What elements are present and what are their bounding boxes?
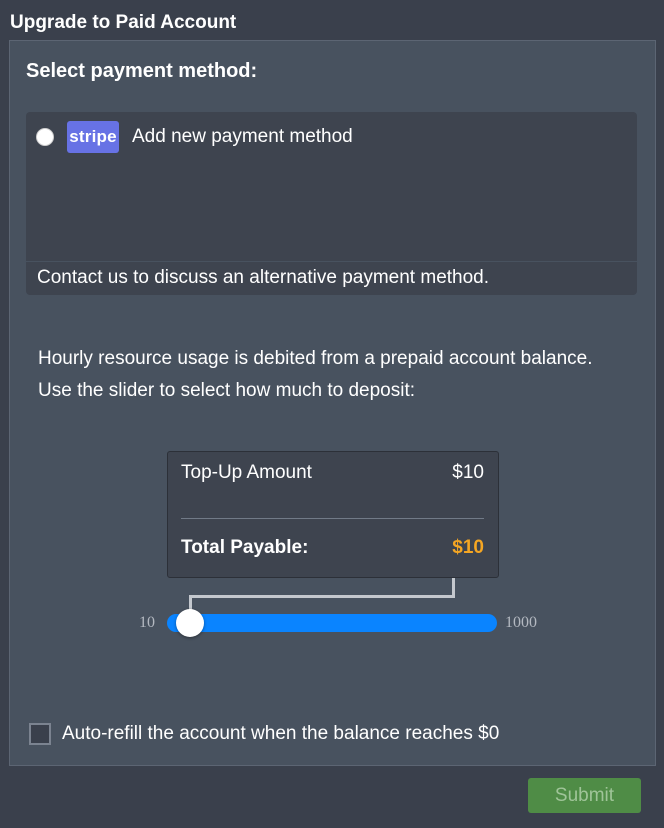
total-payable-label: Total Payable: — [181, 537, 309, 558]
divider — [26, 261, 637, 262]
tooltip-connector — [189, 578, 455, 598]
autorefill-label[interactable]: Auto-refill the account when the balance… — [62, 723, 499, 745]
topup-value: $10 — [452, 462, 484, 483]
payment-methods-box: stripe Add new payment method Contact us… — [26, 112, 637, 295]
add-payment-method-label[interactable]: Add new payment method — [132, 126, 353, 148]
total-payable-value: $10 — [452, 537, 484, 558]
upgrade-panel: Select payment method: stripe Add new pa… — [9, 40, 656, 766]
submit-button[interactable]: Submit — [528, 778, 641, 813]
section-title: Select payment method: — [26, 60, 258, 82]
contact-text: Contact us to discuss an alternative pay… — [37, 267, 490, 288]
deposit-slider-thumb[interactable] — [176, 609, 204, 637]
info-line-2: Use the slider to select how much to dep… — [38, 380, 416, 401]
deposit-info: Hourly resource usage is debited from a … — [38, 343, 593, 407]
dialog-title: Upgrade to Paid Account — [10, 12, 237, 33]
slider-min-label: 10 — [139, 614, 155, 631]
amount-summary-box: Top-Up Amount $10 Total Payable: $10 — [167, 451, 499, 578]
topup-label: Top-Up Amount — [181, 462, 312, 483]
slider-max-label: 1000 — [505, 614, 537, 631]
payment-method-radio[interactable] — [36, 128, 54, 146]
info-line-1: Hourly resource usage is debited from a … — [38, 348, 593, 369]
autorefill-checkbox[interactable] — [29, 723, 51, 745]
summary-divider — [181, 518, 484, 519]
stripe-logo-icon: stripe — [67, 121, 119, 153]
deposit-slider-track[interactable] — [167, 614, 497, 632]
